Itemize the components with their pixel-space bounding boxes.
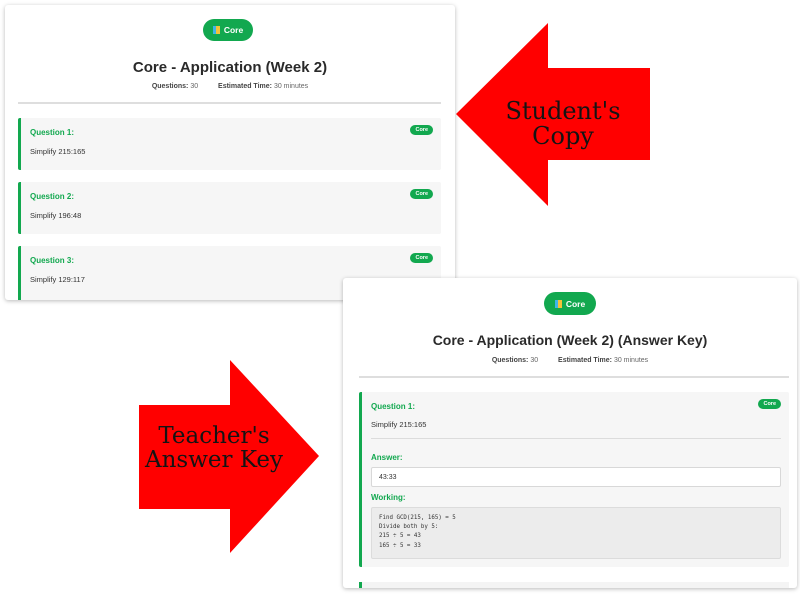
working-line: Find GCD(215, 165) = 5: [379, 515, 456, 521]
level-badge-label: Core: [223, 25, 244, 35]
book-icon: [212, 26, 220, 34]
time-value: 30 minutes: [273, 83, 309, 90]
level-badge-label: Core: [565, 298, 586, 309]
answer-key-sheet: Core Core - Application (Week 2) (Answer…: [343, 278, 797, 588]
question-level-badge: Core: [410, 253, 433, 263]
time-label: Estimated Time:: [218, 83, 272, 90]
question-label: Question 3:: [30, 256, 75, 265]
question-card: Question 1: Simplify 215:165 Core: [18, 118, 441, 170]
question-label: Question 1:: [30, 128, 75, 137]
question-level-badge: Core: [410, 125, 433, 135]
question-text: Simplify 129:117: [30, 275, 85, 284]
question-level-badge: Core: [410, 189, 433, 199]
student-copy-annotation: Student's Copy: [505, 97, 621, 151]
worksheet-meta: Questions: 30 Estimated Time: 30 minutes: [5, 83, 455, 90]
teacher-answer-key-annotation: Teacher's Answer Key: [139, 424, 289, 472]
question-level-badge: Core: [758, 399, 781, 409]
question-card: Question 2: Simplify 196:48 Core: [18, 182, 441, 234]
question-text: Simplify 215:165: [30, 147, 86, 156]
answer-box: 43:33: [371, 467, 781, 487]
student-copy-sheet: Core Core - Application (Week 2) Questio…: [5, 5, 455, 300]
working-label: Working:: [371, 493, 406, 502]
working-box: Find GCD(215, 165) = 5 Divide both by 5:…: [371, 507, 781, 559]
question-label: Question 2:: [30, 192, 75, 201]
working-line: 215 ÷ 5 = 43: [379, 533, 421, 540]
questions-label: Questions:: [491, 357, 529, 364]
annotation-line: Answer Key: [145, 447, 283, 474]
header-divider: [359, 376, 789, 378]
working-line: Divide both by 5:: [379, 524, 439, 531]
level-badge: Core: [544, 292, 596, 315]
questions-count: 30: [190, 83, 199, 90]
header-divider: [18, 102, 441, 104]
questions-count: 30: [530, 357, 539, 364]
question-card: Question 1: Simplify 215:165 Core Answer…: [359, 392, 789, 567]
time-value: 30 minutes: [613, 357, 649, 364]
annotation-line: Teacher's: [158, 423, 270, 449]
book-icon: [554, 299, 562, 308]
level-badge: Core: [203, 19, 253, 41]
page-title: Core - Application (Week 2): [132, 59, 328, 76]
worksheet-meta: Questions: 30 Estimated Time: 30 minutes: [343, 357, 797, 364]
page-title: Core - Application (Week 2) (Answer Key): [432, 332, 708, 348]
question-text: Simplify 196:48: [30, 211, 82, 220]
questions-label: Questions:: [151, 83, 189, 90]
question-label: Question 1:: [371, 402, 416, 411]
working-line: 165 ÷ 5 = 33: [379, 542, 421, 549]
answer-label: Answer:: [371, 453, 403, 462]
question-divider: [371, 438, 781, 439]
question-text: Simplify 215:165: [371, 420, 427, 429]
time-label: Estimated Time:: [558, 357, 612, 364]
next-question-card-edge: [359, 582, 789, 588]
